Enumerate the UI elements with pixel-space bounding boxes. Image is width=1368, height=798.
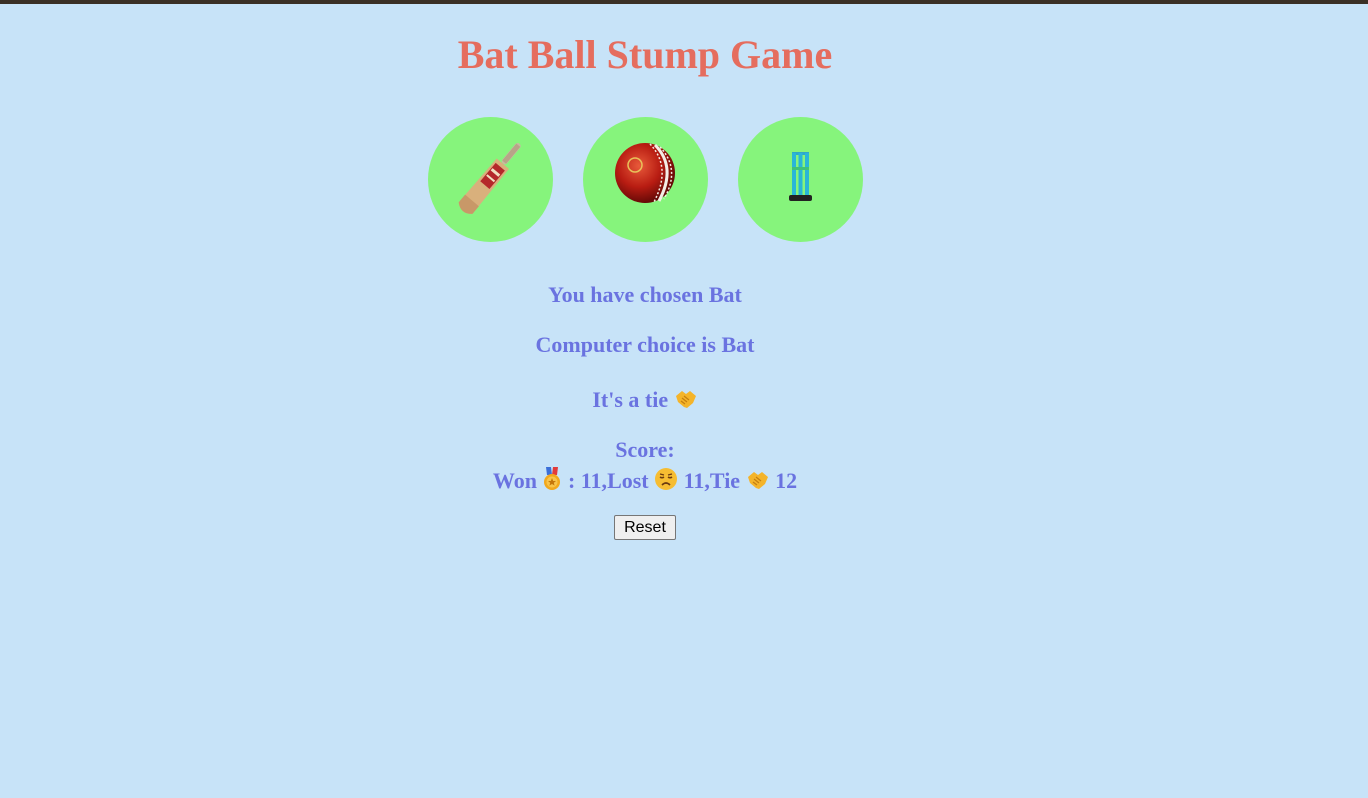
won-label: Won [492,468,537,493]
score-line: Won : 11,Lost 11,Tie 12 [0,467,1290,495]
handshake-icon [675,391,696,408]
tie-label: Tie [709,468,741,493]
score-heading: Score: [615,437,675,462]
medal-icon [544,467,561,490]
cricket-stumps-icon [789,152,812,201]
computer-choice-text: Computer choice is Bat [0,331,1290,359]
cricket-ball-icon [615,143,675,203]
cricket-bat-icon [458,143,521,214]
handshake-icon [747,472,768,489]
user-choice-text: You have chosen Bat [548,282,742,307]
page-title: Bat Ball Stump Game [457,32,833,77]
won-value: : 11, [567,468,608,493]
bat-button[interactable] [428,117,553,242]
sad-face-icon [655,468,678,490]
choice-buttons [428,117,863,242]
tie-value: 12 [775,468,798,493]
ball-button[interactable] [583,117,708,242]
lost-label: Lost [607,468,649,493]
stump-button[interactable] [738,117,863,242]
result-text: It's a tie [0,386,1290,414]
game-page: Bat Ball Stump Game You have chosen Bat … [0,4,1290,798]
outcome-label: It's a tie [592,387,669,412]
computer-choice-label: Computer choice is Bat [535,332,755,357]
reset-button[interactable]: Reset [614,515,676,540]
lost-value: 11, [683,468,710,493]
